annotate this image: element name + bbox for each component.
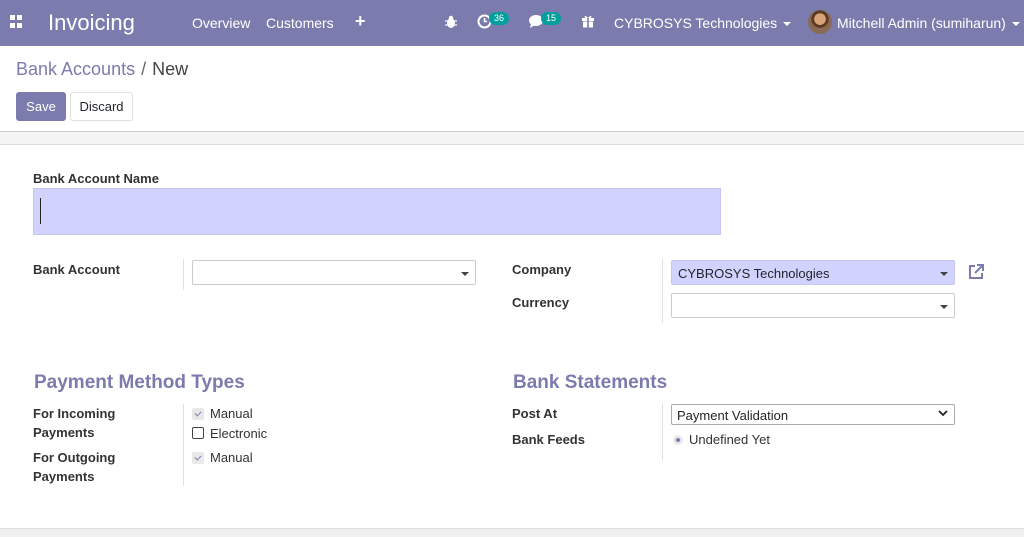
bank-feeds-value: Undefined Yet bbox=[689, 432, 770, 447]
gift-icon[interactable] bbox=[581, 14, 595, 28]
breadcrumb-separator: / bbox=[141, 59, 147, 79]
incoming-payments-label: For Incoming bbox=[33, 406, 116, 421]
chevron-down-icon bbox=[940, 305, 948, 309]
external-link-icon[interactable] bbox=[967, 263, 985, 281]
company-label: Company bbox=[512, 262, 572, 277]
bank-feeds-radio[interactable] bbox=[673, 435, 683, 445]
activity-count-badge: 36 bbox=[489, 12, 510, 25]
chevron-down-icon bbox=[783, 22, 792, 27]
incoming-manual-checkbox[interactable] bbox=[192, 408, 204, 420]
save-button[interactable]: Save bbox=[16, 92, 66, 121]
menu-overview[interactable]: Overview bbox=[192, 15, 250, 31]
chevron-down-icon bbox=[1011, 22, 1020, 27]
payment-method-types-title: Payment Method Types bbox=[34, 372, 245, 393]
breadcrumb: Bank Accounts / New bbox=[16, 59, 188, 80]
incoming-electronic-checkbox[interactable] bbox=[192, 427, 204, 439]
field-divider bbox=[662, 259, 663, 323]
bank-feeds-label: Bank Feeds bbox=[512, 432, 585, 447]
bug-icon[interactable] bbox=[444, 15, 458, 29]
text-cursor bbox=[40, 198, 41, 224]
field-divider bbox=[183, 259, 184, 290]
field-divider bbox=[183, 404, 184, 486]
top-navbar: Invoicing Overview Customers + 36 15 CYB… bbox=[0, 0, 1024, 46]
outgoing-payments-label: For Outgoing bbox=[33, 450, 116, 465]
incoming-electronic-label: Electronic bbox=[210, 426, 268, 441]
chevron-down-icon bbox=[938, 410, 948, 417]
user-name-label: Mitchell Admin (sumiharun) bbox=[837, 15, 1006, 31]
outgoing-payments-label: Payments bbox=[33, 469, 95, 484]
bank-statements-title: Bank Statements bbox=[513, 372, 668, 393]
breadcrumb-current: New bbox=[152, 59, 189, 79]
company-switcher[interactable]: CYBROSYS Technologies bbox=[614, 15, 792, 31]
app-title[interactable]: Invoicing bbox=[48, 10, 135, 36]
menu-customers[interactable]: Customers bbox=[266, 15, 334, 31]
plus-icon[interactable]: + bbox=[355, 11, 366, 32]
bank-account-select[interactable] bbox=[192, 260, 476, 285]
form-sheet-bottom bbox=[0, 528, 1024, 537]
outgoing-manual-checkbox[interactable] bbox=[192, 452, 204, 464]
currency-select[interactable] bbox=[671, 293, 955, 318]
bank-account-name-input[interactable] bbox=[33, 188, 721, 235]
discard-button[interactable]: Discard bbox=[70, 92, 133, 121]
post-at-label: Post At bbox=[512, 406, 558, 421]
incoming-payments-label: Payments bbox=[33, 425, 95, 440]
control-panel-divider bbox=[0, 131, 1024, 145]
incoming-manual-label: Manual bbox=[210, 406, 253, 421]
message-count-badge: 15 bbox=[541, 12, 562, 25]
outgoing-manual-label: Manual bbox=[210, 450, 253, 465]
field-divider bbox=[662, 404, 663, 460]
chevron-down-icon bbox=[461, 272, 469, 276]
chevron-down-icon bbox=[940, 272, 948, 276]
company-switcher-label: CYBROSYS Technologies bbox=[614, 15, 778, 31]
company-select[interactable]: CYBROSYS Technologies bbox=[671, 260, 955, 285]
bank-account-name-label: Bank Account Name bbox=[33, 171, 159, 186]
avatar[interactable] bbox=[808, 10, 832, 34]
apps-menu-icon[interactable] bbox=[10, 15, 23, 28]
post-at-value: Payment Validation bbox=[677, 408, 789, 423]
currency-label: Currency bbox=[512, 295, 570, 310]
user-menu[interactable]: Mitchell Admin (sumiharun) bbox=[837, 15, 1020, 31]
post-at-select[interactable]: Payment Validation bbox=[671, 404, 955, 425]
company-select-value: CYBROSYS Technologies bbox=[678, 266, 830, 281]
bank-account-label: Bank Account bbox=[33, 262, 120, 277]
breadcrumb-parent[interactable]: Bank Accounts bbox=[16, 59, 135, 79]
